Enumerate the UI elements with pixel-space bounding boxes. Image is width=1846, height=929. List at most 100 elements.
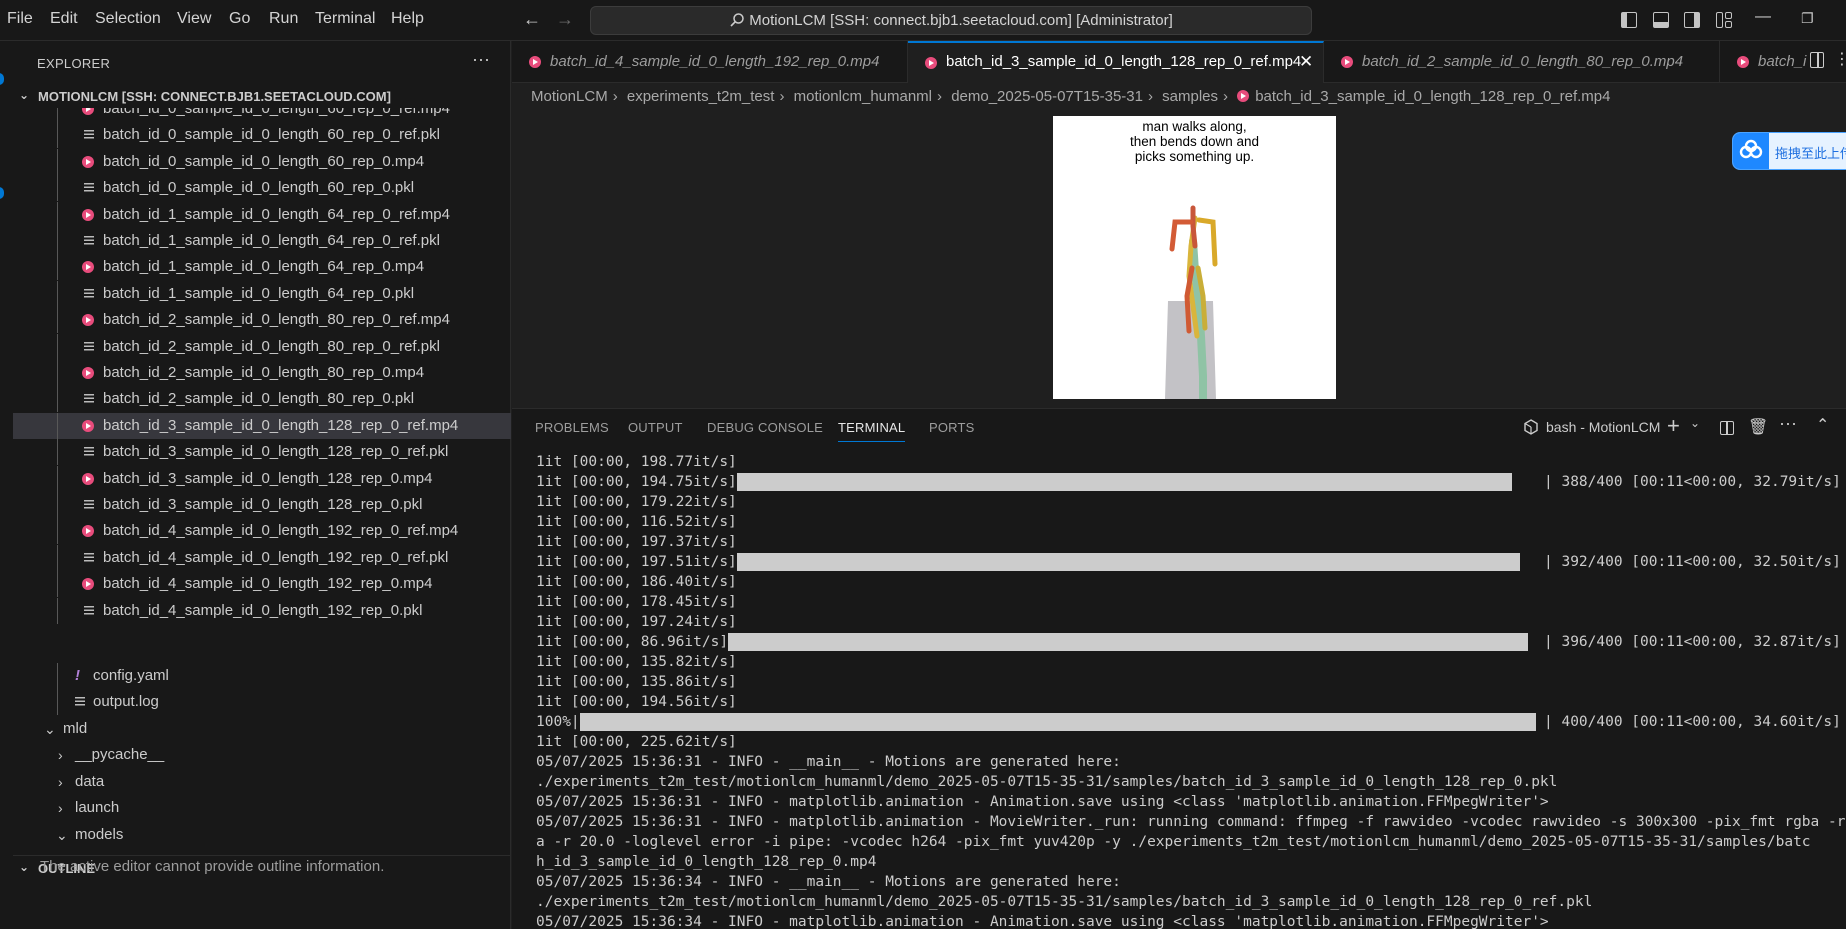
menu-selection[interactable]: Selection [95, 10, 161, 28]
split-editor-icon-divider [1817, 52, 1819, 68]
terminal-line: 05/07/2025 15:36:34 - INFO - matplotlib.… [536, 914, 1549, 929]
progress-bar-fill [579, 713, 1536, 731]
tree-item-file[interactable]: batch_id_4_sample_id_0_length_192_rep_0.… [13, 597, 511, 624]
activity-badge[interactable] [0, 73, 4, 85]
workspace-root-header[interactable]: ⌄ MOTIONLCM [SSH: CONNECT.BJB1.SEETACLOU… [13, 86, 511, 108]
customize-layout-icon-part [1725, 21, 1732, 28]
tree-item-file[interactable]: batch_id_3_sample_id_0_length_128_rep_0_… [13, 439, 511, 466]
chevron-down-icon[interactable]: ⌄ [1690, 416, 1700, 430]
terminal-output[interactable]: 1it [00:00, 198.77it/s] 1it [00:00, 194.7… [536, 452, 1846, 929]
forward-arrow-icon[interactable]: → [556, 9, 574, 30]
restore-icon[interactable]: ❐ [1801, 10, 1814, 27]
tree-item-file[interactable]: batch_id_0_sample_id_0_length_60_rep_0.m… [13, 148, 511, 175]
tree-item-file[interactable]: batch_id_3_sample_id_0_length_128_rep_0_… [13, 412, 511, 439]
tree-item-label: batch_id_1_sample_id_0_length_64_rep_0.p… [103, 284, 415, 302]
toggle-primary-sidebar-icon[interactable] [1621, 12, 1637, 28]
tree-folder-data[interactable]: › data [13, 769, 511, 795]
menu-help[interactable]: Help [391, 10, 424, 28]
breadcrumb-item[interactable]: demo_2025-05-07T15-35-31 [951, 88, 1143, 105]
panel-tab-ports[interactable]: PORTS [929, 420, 975, 435]
tree-item-file[interactable]: batch_id_1_sample_id_0_length_64_rep_0.p… [13, 280, 511, 307]
progress-bar-fill [736, 553, 1520, 571]
minimize-icon[interactable]: — [1755, 8, 1771, 26]
customize-layout-icon[interactable] [1716, 12, 1723, 28]
tree-folder-models[interactable]: ⌄ models [13, 822, 511, 848]
terminal-line: 1it [00:00, 194.75it/s] [536, 474, 737, 490]
indent-guide [57, 518, 58, 545]
activity-badge[interactable] [0, 187, 4, 199]
more-actions-icon[interactable]: ··· [472, 49, 490, 70]
indent-guide [57, 108, 58, 122]
tree-item-config-yaml[interactable]: ! config.yaml [13, 663, 511, 689]
video-file-icon [82, 578, 94, 591]
tree-folder-mld[interactable]: ⌄ mld [13, 716, 511, 742]
breadcrumb-item[interactable]: motionlcm_humanml [794, 88, 932, 105]
toggle-panel-icon[interactable] [1653, 12, 1669, 28]
breadcrumb-item[interactable]: MotionLCM [531, 88, 608, 105]
breadcrumb-item[interactable]: experiments_t2m_test [627, 88, 775, 105]
menu-terminal[interactable]: Terminal [315, 10, 375, 28]
tree-item-file[interactable]: batch_id_4_sample_id_0_length_192_rep_0.… [13, 571, 511, 598]
breadcrumb-item[interactable]: samples [1162, 88, 1218, 105]
menu-go[interactable]: Go [229, 10, 250, 28]
chevron-down-icon: ⌄ [19, 860, 30, 874]
drag-upload-button[interactable]: 拖拽至此上传 [1732, 132, 1846, 170]
panel-tab-terminal[interactable]: TERMINAL [838, 420, 906, 442]
chevron-down-icon: ⌄ [44, 721, 56, 737]
tree-item-file[interactable]: batch_id_0_sample_id_0_length_60_rep_0.p… [13, 175, 511, 202]
tree-item-label: launch [75, 799, 120, 816]
breadcrumb-item-current[interactable]: batch_id_3_sample_id_0_length_128_rep_0_… [1255, 88, 1610, 105]
terminal-line: 05/07/2025 15:36:31 - INFO - matplotlib.… [536, 814, 1846, 830]
tree-item-file[interactable]: batch_id_2_sample_id_0_length_80_rep_0.m… [13, 360, 511, 386]
command-center-label: MotionLCM [SSH: connect.bjb1.seetacloud.… [749, 12, 1173, 29]
panel-tab-problems[interactable]: PROBLEMS [535, 420, 609, 435]
back-arrow-icon[interactable]: ← [523, 9, 541, 30]
more-actions-icon[interactable]: ⋮ [1834, 49, 1846, 69]
indent-guide [57, 333, 58, 360]
video-preview[interactable]: man walks along, then bends down and pic… [1053, 116, 1336, 399]
tree-item-file[interactable]: batch_id_0_sample_id_0_length_60_rep_0_r… [13, 108, 511, 122]
indent-guide [57, 386, 58, 413]
tree-folder-pycache[interactable]: › __pycache__ [13, 742, 511, 768]
progress-status-text: | 392/400 [00:11<00:00, 32.50it/s] [1544, 554, 1841, 570]
add-terminal-icon[interactable]: + [1667, 413, 1680, 439]
tree-item-file[interactable]: batch_id_0_sample_id_0_length_60_rep_0_r… [13, 122, 511, 149]
tree-item-file[interactable]: batch_id_2_sample_id_0_length_80_rep_0_r… [13, 333, 511, 360]
terminal-line: ./experiments_t2m_test/motionlcm_humanml… [536, 774, 1558, 790]
chevron-up-icon[interactable]: ⌃ [1816, 415, 1829, 435]
command-center-search[interactable]: MotionLCM [SSH: connect.bjb1.seetacloud.… [590, 6, 1312, 35]
trash-icon[interactable]: 🗑 [1748, 417, 1768, 437]
menu-run[interactable]: Run [269, 10, 298, 28]
text-file-icon [84, 552, 94, 563]
tree-item-file[interactable]: batch_id_1_sample_id_0_length_64_rep_0_r… [13, 228, 511, 254]
terminal-line: h_id_3_sample_id_0_length_128_rep_0.mp4 [536, 854, 877, 870]
tree-item-file[interactable]: batch_id_4_sample_id_0_length_192_rep_0_… [13, 544, 511, 571]
tree-item-file[interactable]: batch_id_2_sample_id_0_length_80_rep_0_r… [13, 307, 511, 334]
menu-edit[interactable]: Edit [50, 10, 78, 28]
tab-batch-2[interactable]: batch_id_2_sample_id_0_length_80_rep_0.m… [1324, 41, 1720, 83]
chevron-down-icon: ⌄ [19, 88, 30, 102]
tree-item-label: batch_id_1_sample_id_0_length_64_rep_0.m… [103, 258, 425, 276]
tree-item-file[interactable]: batch_id_4_sample_id_0_length_192_rep_0_… [13, 518, 511, 545]
tab-batch-3-ref[interactable]: batch_id_3_sample_id_0_length_128_rep_0_… [908, 41, 1324, 83]
tree-item-output-log[interactable]: output.log [13, 689, 511, 715]
tree-item-file[interactable]: batch_id_1_sample_id_0_length_64_rep_0_r… [13, 201, 511, 228]
menu-view[interactable]: View [177, 10, 211, 28]
tree-item-file[interactable]: batch_id_3_sample_id_0_length_128_rep_0.… [13, 492, 511, 518]
tree-item-file[interactable]: batch_id_3_sample_id_0_length_128_rep_0.… [13, 465, 511, 492]
menu-file[interactable]: File [7, 10, 33, 28]
indent-guide [57, 228, 58, 254]
toggle-secondary-sidebar-icon[interactable] [1684, 12, 1700, 28]
terminal-name[interactable]: bash - MotionLCM [1546, 419, 1660, 435]
panel-tab-output[interactable]: OUTPUT [628, 420, 683, 435]
close-icon[interactable]: ✕ [1299, 43, 1313, 81]
tab-batch-4[interactable]: batch_id_4_sample_id_0_length_192_rep_0.… [512, 41, 908, 83]
more-actions-icon[interactable]: ··· [1779, 413, 1797, 434]
tree-folder-launch[interactable]: › launch [13, 795, 511, 821]
tab-batch-i[interactable]: batch_i [1720, 41, 1810, 83]
panel-tab-debug-console[interactable]: DEBUG CONSOLE [707, 420, 823, 435]
tree-item-label: batch_id_0_sample_id_0_length_60_rep_0.m… [103, 152, 425, 170]
workspace-root-label: MOTIONLCM [SSH: CONNECT.BJB1.SEETACLOUD.… [38, 89, 391, 104]
tree-item-file[interactable]: batch_id_1_sample_id_0_length_64_rep_0.m… [13, 254, 511, 281]
tree-item-file[interactable]: batch_id_2_sample_id_0_length_80_rep_0.p… [13, 386, 511, 413]
